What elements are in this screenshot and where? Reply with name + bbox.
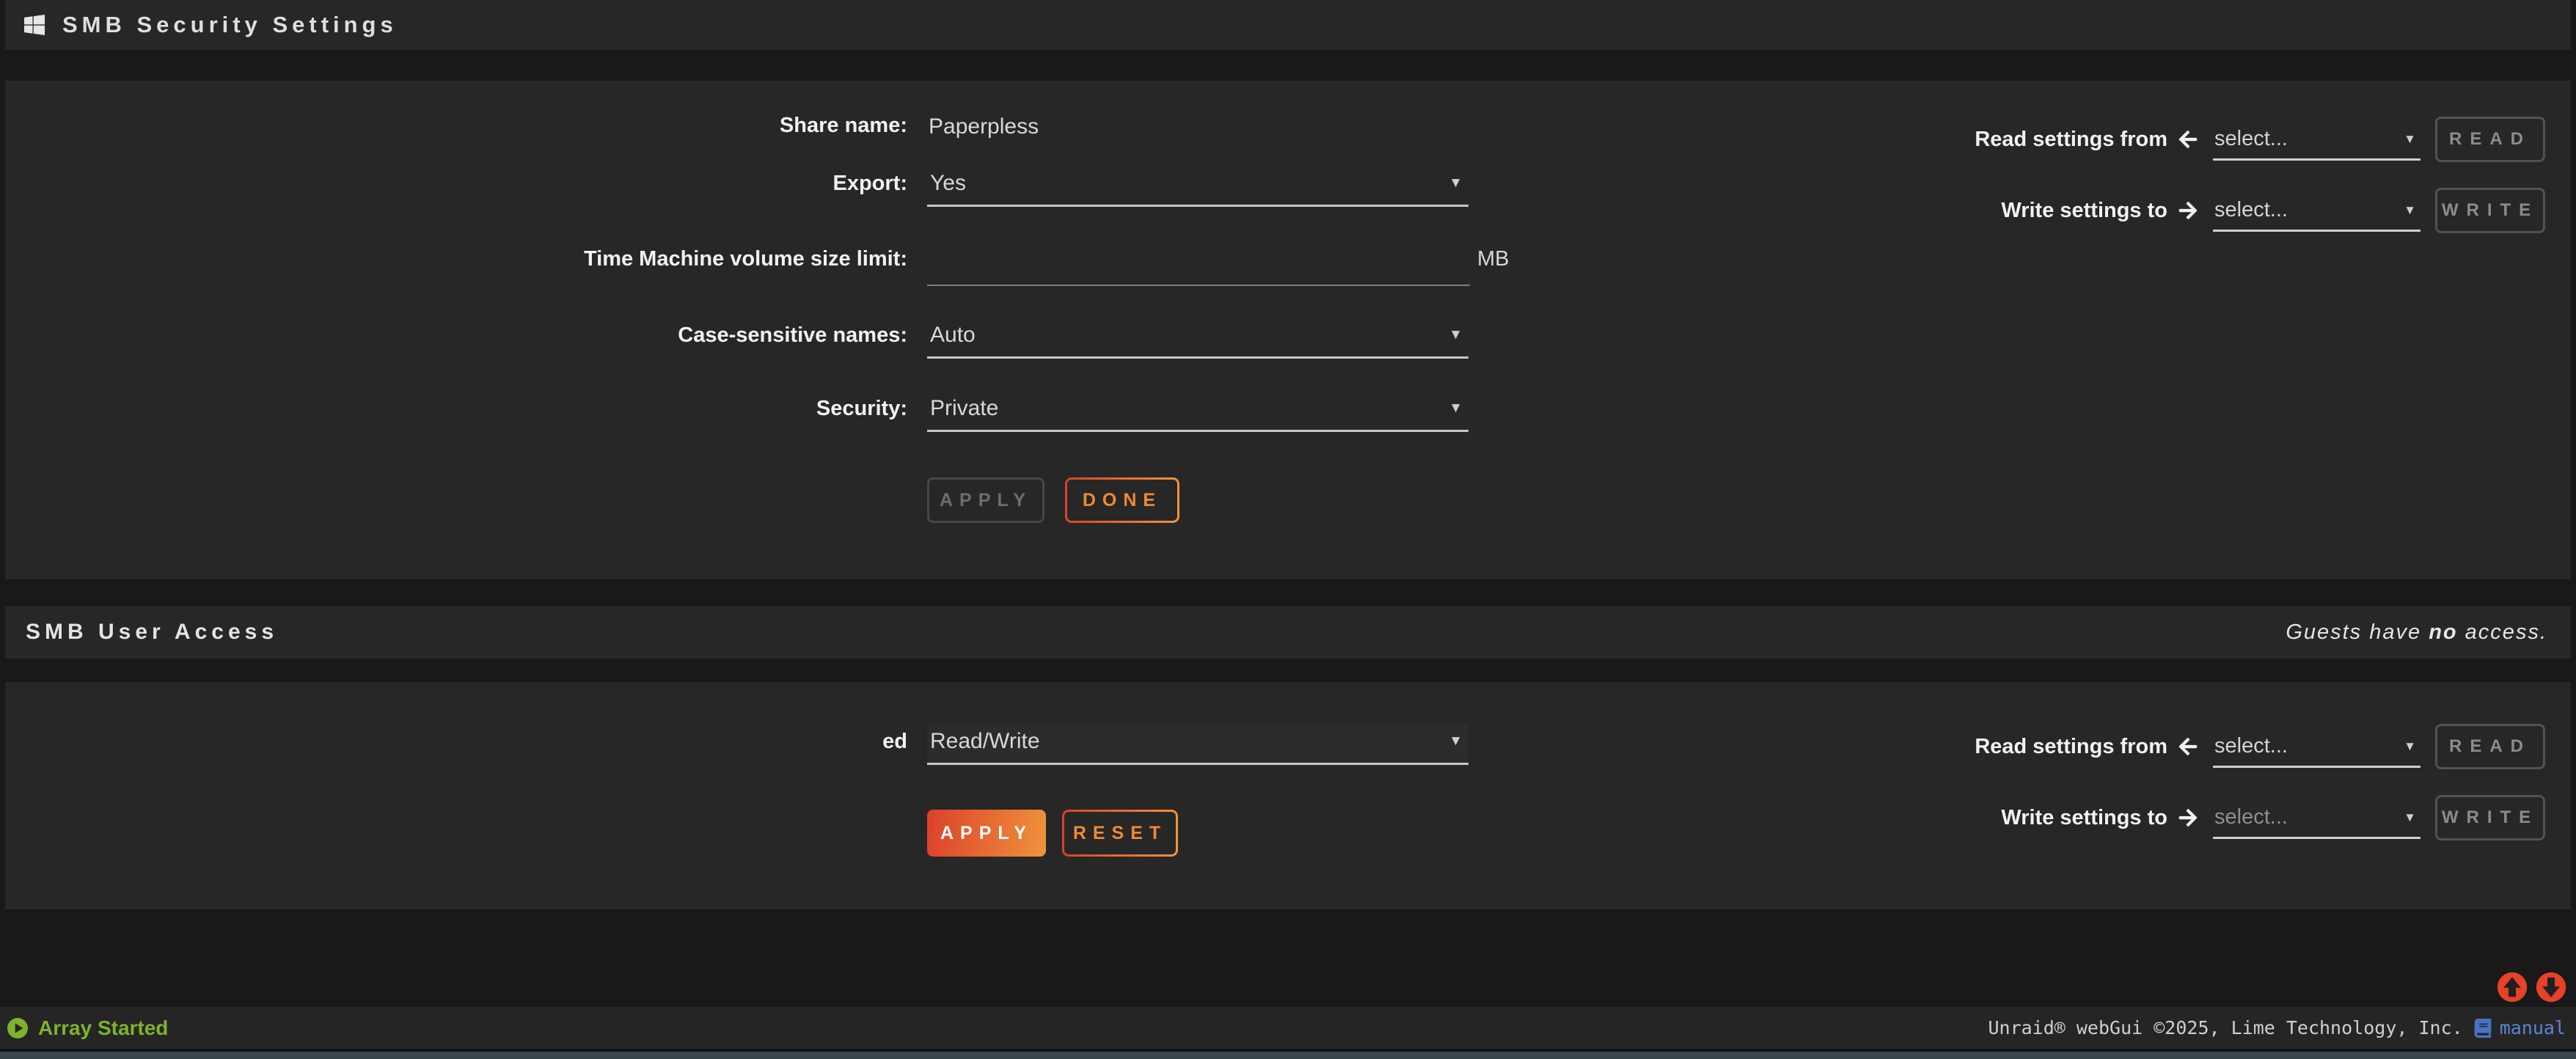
export-select-value: Yes: [930, 171, 966, 196]
export-select[interactable]: Yes ▼: [927, 171, 1468, 207]
read-settings-select[interactable]: select... ▼: [2213, 734, 2421, 768]
write-settings-row: Write settings to select... ▼ WRITE: [1802, 794, 2565, 841]
user-ed-label: ed: [5, 730, 907, 754]
reset-button[interactable]: RESET: [1062, 810, 1178, 857]
read-settings-select[interactable]: select... ▼: [2213, 127, 2421, 161]
arrow-right-icon: [2176, 807, 2200, 828]
smb-user-access-title: SMB User Access: [26, 620, 278, 645]
read-settings-select-value: select...: [2214, 734, 2288, 758]
windows-logo-icon: [23, 13, 46, 37]
arrow-left-icon: [2176, 736, 2200, 757]
write-settings-select-value: select...: [2214, 805, 2288, 829]
user-ed-access-select[interactable]: Read/Write ▼: [927, 725, 1468, 765]
page-title: SMB Security Settings: [62, 12, 398, 38]
write-button[interactable]: WRITE: [2435, 188, 2545, 233]
read-settings-row: Read settings from select... ▼ READ: [1802, 723, 2565, 770]
manual-link-label: manual: [2500, 1017, 2566, 1038]
array-status-text: Array Started: [38, 1016, 168, 1040]
arrow-left-icon: [2176, 129, 2200, 150]
arrow-circle-up-icon: [2496, 971, 2528, 1003]
caret-down-icon: ▼: [1449, 175, 1463, 191]
done-button[interactable]: DONE: [1065, 477, 1179, 523]
user-ed-access-select-value: Read/Write: [930, 729, 1040, 754]
arrow-circle-down-icon: [2535, 971, 2567, 1003]
page-title-bar: SMB Security Settings: [5, 0, 2571, 50]
scroll-to-bottom-button[interactable]: [2535, 971, 2567, 1003]
security-select-value: Private: [930, 396, 998, 421]
time-machine-limit-label: Time Machine volume size limit:: [5, 247, 907, 271]
smb-user-access-panel: ed Read/Write ▼ APPLY RESET Read setting…: [5, 682, 2571, 909]
security-select[interactable]: Private ▼: [927, 396, 1468, 432]
smb-user-access-header: SMB User Access Guests have no access.: [5, 606, 2571, 659]
scroll-arrows: [2496, 971, 2567, 1003]
caret-down-icon: ▼: [1449, 327, 1463, 343]
time-machine-limit-input[interactable]: [927, 248, 1470, 286]
caret-down-icon: ▼: [2404, 810, 2416, 825]
read-settings-row: Read settings from select... ▼ READ: [1802, 116, 2565, 163]
write-settings-select[interactable]: select... ▼: [2213, 198, 2421, 232]
time-machine-limit-suffix: MB: [1477, 247, 1510, 271]
caret-down-icon: ▼: [2404, 203, 2416, 218]
manual-link[interactable]: manual: [2473, 1017, 2566, 1038]
guest-access-note-suffix: access.: [2458, 620, 2547, 644]
security-label: Security:: [5, 397, 907, 421]
apply-button[interactable]: APPLY: [927, 810, 1046, 857]
play-circle-icon: [6, 1016, 29, 1040]
case-sensitive-select-value: Auto: [930, 323, 976, 348]
scroll-to-top-button[interactable]: [2496, 971, 2528, 1003]
share-name-value: Paperpless: [929, 114, 1039, 139]
case-sensitive-select[interactable]: Auto ▼: [927, 323, 1468, 359]
caret-down-icon: ▼: [2404, 132, 2416, 147]
footer-right: Unraid® webGui ©2025, Lime Technology, I…: [1988, 1017, 2566, 1038]
read-settings-label: Read settings from: [1802, 735, 2167, 759]
case-sensitive-label: Case-sensitive names:: [5, 323, 907, 348]
guest-access-note-prefix: Guests have: [2286, 620, 2429, 644]
caret-down-icon: ▼: [2404, 739, 2416, 754]
write-settings-label: Write settings to: [1802, 806, 2167, 830]
reset-button-label: RESET: [1064, 812, 1176, 854]
write-settings-select[interactable]: select... ▼: [2213, 805, 2421, 839]
write-button[interactable]: WRITE: [2435, 795, 2545, 840]
bottom-edge-strip: [0, 1052, 2576, 1059]
apply-button[interactable]: APPLY: [927, 477, 1044, 523]
array-status: Array Started: [6, 1016, 168, 1040]
arrow-right-icon: [2176, 200, 2200, 221]
share-name-label: Share name:: [5, 114, 907, 138]
write-settings-select-value: select...: [2214, 198, 2288, 222]
book-icon: [2473, 1019, 2492, 1038]
export-label: Export:: [5, 172, 907, 196]
read-settings-select-value: select...: [2214, 127, 2288, 151]
caret-down-icon: ▼: [1449, 400, 1463, 417]
smb-security-panel: Share name: Paperpless Export: Yes ▼ Tim…: [5, 81, 2571, 579]
copyright-text: Unraid® webGui ©2025, Lime Technology, I…: [1988, 1017, 2462, 1038]
read-button[interactable]: READ: [2435, 724, 2545, 769]
read-settings-label: Read settings from: [1802, 128, 2167, 152]
write-settings-label: Write settings to: [1802, 199, 2167, 223]
read-button[interactable]: READ: [2435, 117, 2545, 162]
guest-access-note: Guests have no access.: [2286, 620, 2547, 645]
guest-access-note-bold: no: [2429, 620, 2457, 644]
done-button-label: DONE: [1067, 480, 1177, 521]
caret-down-icon: ▼: [1449, 733, 1463, 750]
status-bar: Array Started Unraid® webGui ©2025, Lime…: [0, 1007, 2576, 1049]
write-settings-row: Write settings to select... ▼ WRITE: [1802, 187, 2565, 234]
